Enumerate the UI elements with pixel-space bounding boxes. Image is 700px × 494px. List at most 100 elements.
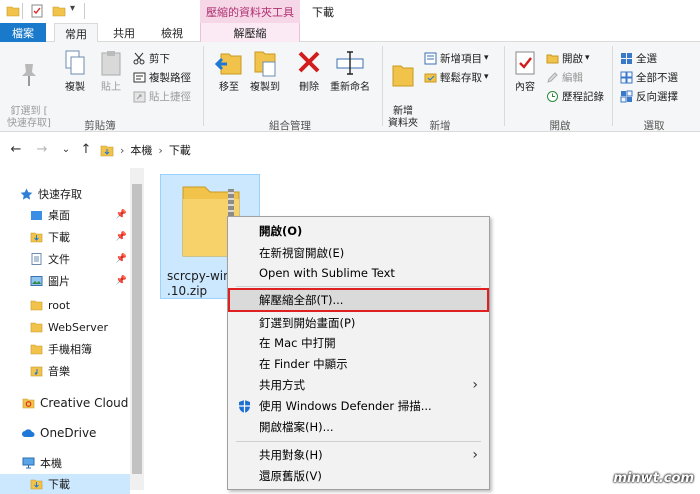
- nav-this-pc-downloads[interactable]: 下載: [0, 474, 130, 494]
- nav-downloads[interactable]: 下載 📌: [30, 227, 130, 247]
- new-item-button[interactable]: 新增項目 ▾: [424, 50, 489, 66]
- easy-access-button[interactable]: 輕鬆存取 ▾: [424, 69, 489, 85]
- delete-button[interactable]: 刪除: [292, 46, 326, 94]
- quick-access-dropdown-icon[interactable]: ▾: [70, 3, 75, 14]
- edit-label: 編輯: [562, 71, 583, 84]
- window-title: 下載: [312, 6, 334, 19]
- select-all-button[interactable]: 全選: [620, 50, 657, 66]
- menu-item-open-new-window[interactable]: 在新視窗開啟(E): [229, 242, 488, 264]
- up-arrow-icon[interactable]: ↑: [78, 141, 94, 157]
- nav-music[interactable]: 音樂: [30, 361, 130, 381]
- nav-webserver[interactable]: WebServer: [30, 317, 130, 337]
- new-folder-icon[interactable]: [52, 4, 66, 18]
- nav-documents[interactable]: 文件 📌: [30, 249, 130, 269]
- copy-label: 複製: [65, 82, 85, 93]
- nav-label: 下載: [48, 231, 70, 244]
- invert-selection-button[interactable]: 反向選擇: [620, 88, 678, 104]
- menu-item-show-in-finder[interactable]: 在 Finder 中顯示: [229, 353, 488, 375]
- properties-icon[interactable]: [30, 4, 44, 18]
- folder-icon: [30, 344, 43, 355]
- delete-icon: [298, 51, 320, 73]
- star-icon: [20, 188, 33, 200]
- copy-path-button[interactable]: 複製路徑: [133, 69, 191, 85]
- copy-path-icon: [133, 72, 146, 82]
- menu-item-open-archive[interactable]: 開啟檔案(H)...: [229, 416, 488, 438]
- nav-label: 音樂: [48, 365, 70, 378]
- nav-label: 快速存取: [38, 188, 82, 201]
- cut-button[interactable]: 剪下: [133, 50, 170, 66]
- nav-quick-access[interactable]: 快速存取: [20, 184, 130, 204]
- desktop-folder-icon: [31, 211, 42, 220]
- menu-label: 在 Mac 中打開: [259, 336, 336, 350]
- nav-pictures[interactable]: 圖片 📌: [30, 271, 130, 291]
- group-divider: [203, 46, 204, 126]
- easy-access-icon: [424, 73, 437, 82]
- menu-item-open-sublime[interactable]: Open with Sublime Text: [229, 262, 488, 284]
- forward-arrow-icon[interactable]: →: [34, 141, 50, 157]
- copy-button[interactable]: 複製: [58, 46, 92, 94]
- paste-shortcut-label: 貼上捷徑: [149, 90, 191, 103]
- nav-scrollbar-thumb[interactable]: [132, 184, 142, 474]
- tab-home[interactable]: 常用: [54, 23, 98, 43]
- move-to-button[interactable]: 移至: [212, 46, 246, 94]
- properties-label: 內容: [515, 82, 535, 93]
- breadcrumb-this-pc[interactable]: 本機: [130, 142, 152, 158]
- menu-item-defender-scan[interactable]: 使用 Windows Defender 掃描...: [229, 395, 488, 417]
- select-all-label: 全選: [636, 52, 657, 65]
- menu-item-open-in-mac[interactable]: 在 Mac 中打開: [229, 332, 488, 354]
- tab-extract[interactable]: 解壓縮: [200, 23, 300, 42]
- clipboard-group-label: 剪貼簿: [84, 120, 116, 132]
- menu-item-share-with[interactable]: 共用方式 ›: [229, 374, 488, 396]
- rename-button[interactable]: 重新命名: [326, 46, 374, 94]
- menu-item-extract-all[interactable]: 解壓縮全部(T)...: [228, 288, 489, 312]
- nav-this-pc[interactable]: 本機: [22, 453, 130, 473]
- tab-share[interactable]: 共用: [104, 23, 144, 42]
- pin-icon: [22, 64, 36, 86]
- select-none-button[interactable]: 全部不選: [620, 69, 678, 85]
- menu-item-pin-start[interactable]: 釘選到開始畫面(P): [229, 312, 488, 334]
- breadcrumb-downloads[interactable]: 下載: [169, 142, 191, 158]
- nav-phone-album[interactable]: 手機相簿: [30, 339, 130, 359]
- nav-label: OneDrive: [40, 426, 97, 440]
- recent-locations-chevron-icon[interactable]: ⌄: [58, 141, 74, 157]
- submenu-chevron-icon: ›: [472, 377, 478, 393]
- history-button[interactable]: 歷程記錄: [546, 88, 604, 104]
- music-icon: [30, 366, 43, 377]
- shield-icon: [239, 400, 250, 413]
- menu-label: 共用對象(H): [259, 448, 323, 462]
- dropdown-icon: ▾: [585, 53, 590, 63]
- paste-shortcut-button[interactable]: 貼上捷徑: [133, 88, 191, 104]
- back-arrow-icon[interactable]: ←: [8, 141, 24, 157]
- edit-button[interactable]: 編輯: [546, 69, 583, 85]
- open-button[interactable]: 開啟 ▾: [546, 50, 590, 66]
- nav-onedrive[interactable]: OneDrive: [22, 423, 130, 443]
- group-divider: [504, 46, 505, 126]
- menu-item-restore-previous[interactable]: 還原舊版(V): [229, 465, 488, 487]
- menu-label: 開啟(O): [259, 224, 303, 238]
- menu-label: 使用 Windows Defender 掃描...: [259, 399, 432, 413]
- properties-icon: [515, 51, 535, 75]
- onedrive-cloud-icon: [22, 429, 35, 437]
- menu-item-open[interactable]: 開啟(O): [229, 220, 488, 242]
- nav-desktop[interactable]: 桌面 📌: [30, 205, 130, 225]
- nav-root[interactable]: root: [30, 295, 130, 315]
- menu-item-share-with-target[interactable]: 共用對象(H) ›: [229, 444, 488, 466]
- paste-button[interactable]: 貼上: [94, 46, 128, 94]
- divider: [22, 3, 23, 19]
- submenu-chevron-icon: ›: [472, 447, 478, 463]
- title-bar: ▾ 壓縮的資料夾工具 下載: [0, 0, 700, 23]
- pin-quick-access-button[interactable]: 釘選到 [ 快速存取]: [4, 46, 54, 130]
- menu-label: 在 Finder 中顯示: [259, 357, 348, 371]
- tab-view[interactable]: 檢視: [152, 23, 192, 42]
- nav-label: 圖片: [48, 275, 70, 288]
- nav-creative-cloud[interactable]: Creative Cloud Fi: [22, 393, 142, 413]
- group-divider: [612, 46, 613, 126]
- copy-to-button[interactable]: 複製到: [248, 46, 282, 94]
- easy-access-label: 輕鬆存取: [440, 71, 482, 84]
- creative-cloud-icon: [22, 398, 35, 409]
- properties-button[interactable]: 內容: [508, 46, 542, 94]
- breadcrumb[interactable]: › 本機 › 下載: [100, 140, 700, 160]
- context-menu: 開啟(O) 在新視窗開啟(E) Open with Sublime Text 解…: [227, 216, 490, 490]
- menu-label: 還原舊版(V): [259, 469, 322, 483]
- tab-file[interactable]: 檔案: [0, 23, 46, 42]
